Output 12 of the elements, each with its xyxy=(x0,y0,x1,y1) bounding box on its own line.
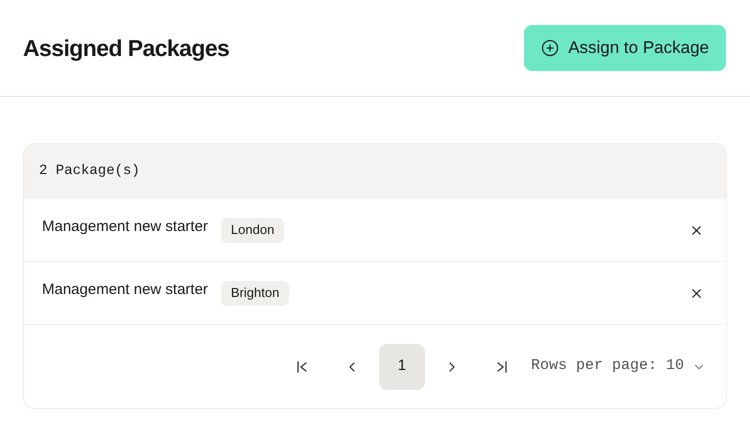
page-button[interactable]: 1 xyxy=(378,344,425,390)
assign-to-package-button[interactable]: Assign to Package xyxy=(524,25,726,71)
location-tag: Brighton xyxy=(220,280,290,306)
last-page-icon xyxy=(496,360,508,374)
rows-per-page-select[interactable]: Rows per page: 10 xyxy=(530,355,706,378)
add-icon xyxy=(541,39,560,57)
first-page-icon xyxy=(296,360,308,374)
package-name: Management new starter xyxy=(42,280,208,300)
page-title: Assigned Packages xyxy=(23,34,230,63)
package-name: Management new starter xyxy=(42,216,208,237)
location-tag: London xyxy=(220,218,284,242)
package-count: 2 Package(s) xyxy=(39,162,140,181)
